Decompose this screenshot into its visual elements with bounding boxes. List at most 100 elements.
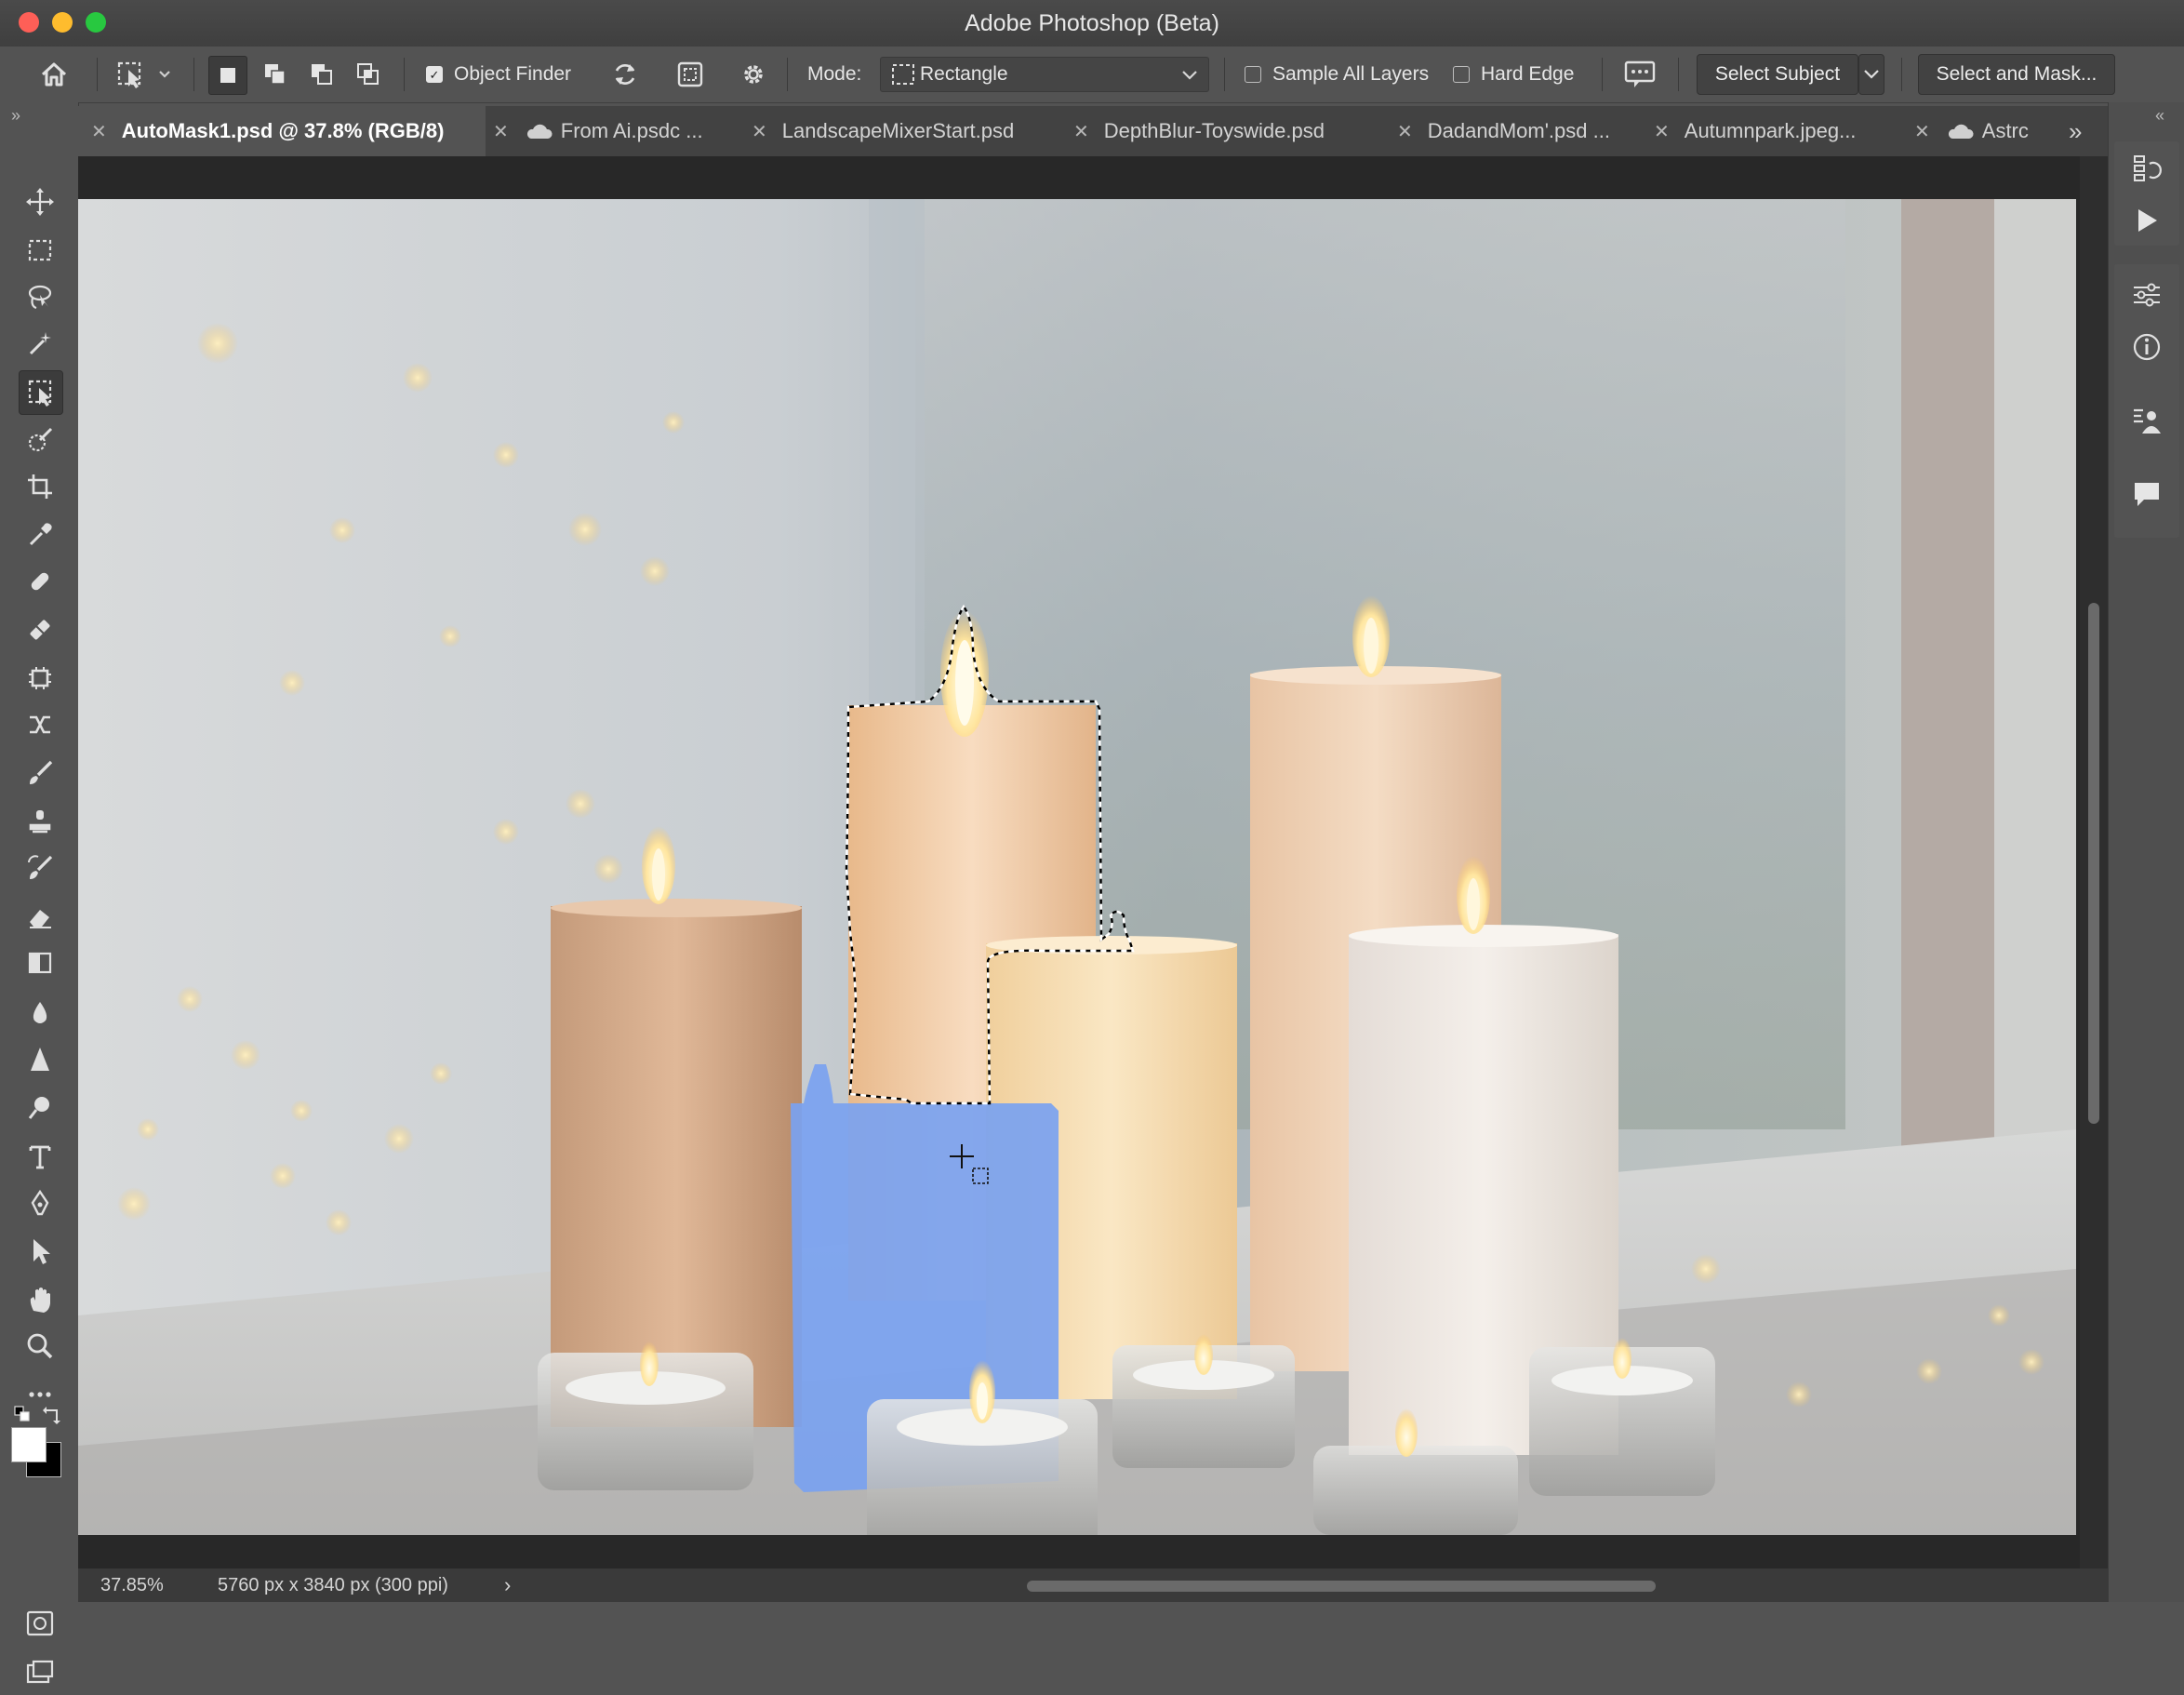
show-all-objects-icon[interactable] xyxy=(672,56,709,93)
close-tab-icon[interactable]: ✕ xyxy=(1073,120,1089,143)
tab-label: LandscapeMixerStart.psd xyxy=(781,119,1015,142)
tab-astro[interactable]: ✕ Astrc xyxy=(1914,106,2054,156)
document-tabs: ✕ AutoMask1.psd @ 37.8% (RGB/8) ✕ From Ai… xyxy=(78,106,2108,156)
home-icon[interactable] xyxy=(35,56,73,93)
object-finder-checkbox[interactable]: ✓ Object Finder xyxy=(426,47,571,102)
refresh-icon[interactable] xyxy=(606,56,644,93)
tab-dad-and-mom[interactable]: ✕ DadandMom'.psd ... xyxy=(1397,106,1610,156)
zoom-tool-icon[interactable] xyxy=(19,1325,61,1368)
tab-landscape-mixer[interactable]: ✕ LandscapeMixerStart.psd xyxy=(752,106,1014,156)
magic-wand-tool-icon[interactable] xyxy=(19,322,61,365)
eyedropper-tool-icon[interactable] xyxy=(19,514,61,556)
tab-label: Astrc xyxy=(1981,119,2029,142)
sharpen-tool-icon[interactable] xyxy=(19,1038,61,1081)
lasso-tool-icon[interactable] xyxy=(19,275,61,318)
screen-mode-icon[interactable] xyxy=(19,1652,61,1695)
intersect-selection-icon[interactable] xyxy=(350,56,387,93)
document-canvas[interactable] xyxy=(78,199,2076,1535)
comments-icon[interactable] xyxy=(2125,473,2168,515)
window-title: Adobe Photoshop (Beta) xyxy=(965,10,1219,36)
close-tab-icon[interactable]: ✕ xyxy=(1397,120,1413,143)
collapse-dock-icon[interactable]: « xyxy=(2155,106,2164,126)
status-menu-arrow-icon[interactable]: › xyxy=(504,1573,511,1597)
marquee-tool-icon[interactable] xyxy=(19,229,61,272)
checkbox-unchecked-icon xyxy=(1453,66,1470,83)
checkbox-unchecked-icon xyxy=(1245,66,1261,83)
vertical-scrollbar[interactable] xyxy=(2080,156,2108,1568)
brush-tool-icon[interactable] xyxy=(19,752,61,794)
eraser-tool-icon[interactable] xyxy=(19,895,61,938)
sample-all-layers-checkbox[interactable]: Sample All Layers xyxy=(1245,47,1429,102)
checkbox-checked-icon: ✓ xyxy=(426,66,443,83)
object-selection-tool-icon[interactable] xyxy=(19,370,63,415)
options-bar: ✓ Object Finder Mode: Rectangle Sample A… xyxy=(0,47,2184,103)
new-selection-icon[interactable] xyxy=(208,56,247,95)
gear-icon[interactable] xyxy=(735,56,772,93)
learn-panel-icon[interactable] xyxy=(2125,400,2168,443)
hand-tool-icon[interactable] xyxy=(19,1278,61,1321)
mode-value: Rectangle xyxy=(920,63,1008,85)
close-tab-icon[interactable]: ✕ xyxy=(493,120,509,143)
dodge-tool-icon[interactable] xyxy=(19,1087,61,1129)
toolbar: » xyxy=(0,102,79,1684)
path-selection-tool-icon[interactable] xyxy=(19,1230,61,1273)
chevron-down-icon xyxy=(1182,71,1197,80)
default-colors-icon[interactable] xyxy=(13,1405,33,1425)
status-bar: 37.85% 5760 px x 3840 px (300 ppi) › xyxy=(78,1568,2108,1602)
content-aware-move-tool-icon[interactable] xyxy=(19,703,61,746)
title-bar: Adobe Photoshop (Beta) xyxy=(0,0,2184,47)
clone-stamp-tool-icon[interactable] xyxy=(19,800,61,843)
subtract-from-selection-icon[interactable] xyxy=(303,56,340,93)
select-subject-dropdown[interactable] xyxy=(1858,54,1884,95)
quick-selection-tool-icon[interactable] xyxy=(19,419,61,461)
chevron-down-icon xyxy=(1864,70,1879,79)
cloud-icon xyxy=(526,124,553,139)
rectangle-mode-icon xyxy=(892,64,914,85)
close-tab-icon[interactable]: ✕ xyxy=(1914,120,1930,143)
mode-dropdown[interactable]: Rectangle xyxy=(880,57,1209,92)
canvas-area[interactable] xyxy=(78,156,2080,1568)
type-tool-icon[interactable] xyxy=(19,1135,61,1178)
swap-colors-icon[interactable] xyxy=(41,1403,63,1425)
spot-healing-tool-icon[interactable] xyxy=(19,560,61,603)
tab-label: DepthBlur-Toyswide.psd xyxy=(1103,119,1325,142)
cloud-feedback-icon[interactable] xyxy=(1618,56,1661,93)
vertical-scroll-thumb[interactable] xyxy=(2088,603,2099,1124)
more-tabs-icon[interactable]: » xyxy=(2069,106,2082,156)
healing-brush-tool-icon[interactable] xyxy=(19,608,61,651)
cloud-icon xyxy=(1948,124,1974,139)
hard-edge-checkbox[interactable]: Hard Edge xyxy=(1453,47,1574,102)
foreground-color-swatch[interactable] xyxy=(11,1427,47,1462)
tab-automask1[interactable]: ✕ AutoMask1.psd @ 37.8% (RGB/8) xyxy=(78,106,486,156)
add-to-selection-icon[interactable] xyxy=(257,56,294,93)
gradient-tool-icon[interactable] xyxy=(19,941,61,984)
horizontal-scroll-thumb[interactable] xyxy=(1027,1581,1656,1592)
patch-tool-icon[interactable] xyxy=(19,657,61,700)
actions-play-icon[interactable] xyxy=(2125,199,2168,242)
zoom-level[interactable]: 37.85% xyxy=(100,1575,164,1596)
panel-dock: « xyxy=(2108,102,2184,1602)
tab-label: AutoMask1.psd @ 37.8% (RGB/8) xyxy=(121,119,445,142)
info-icon[interactable] xyxy=(2125,326,2168,368)
pen-tool-icon[interactable] xyxy=(19,1181,61,1224)
quick-mask-icon[interactable] xyxy=(19,1602,61,1645)
tab-depth-blur[interactable]: ✕ DepthBlur-Toyswide.psd xyxy=(1073,106,1325,156)
close-tab-icon[interactable]: ✕ xyxy=(91,120,107,143)
close-tab-icon[interactable]: ✕ xyxy=(1654,120,1670,143)
history-brush-tool-icon[interactable] xyxy=(19,847,61,889)
sample-all-layers-label: Sample All Layers xyxy=(1272,63,1430,85)
tab-autumn-park[interactable]: ✕ Autumnpark.jpeg... xyxy=(1654,106,1856,156)
select-subject-button[interactable]: Select Subject xyxy=(1697,54,1858,95)
object-finder-label: Object Finder xyxy=(454,63,572,85)
tab-from-ai[interactable]: ✕ From Ai.psdc ... xyxy=(493,106,703,156)
history-icon[interactable] xyxy=(2125,147,2168,190)
adjustments-icon[interactable] xyxy=(2125,274,2168,316)
tool-preset-picker[interactable] xyxy=(112,56,177,93)
tab-label: From Ai.psdc ... xyxy=(560,119,703,142)
select-and-mask-button[interactable]: Select and Mask... xyxy=(1918,54,2115,95)
close-tab-icon[interactable]: ✕ xyxy=(752,120,767,143)
collapse-panel-icon[interactable]: » xyxy=(11,106,20,126)
crop-tool-icon[interactable] xyxy=(19,465,61,508)
blur-tool-icon[interactable] xyxy=(19,992,61,1034)
move-tool-icon[interactable] xyxy=(19,180,61,223)
